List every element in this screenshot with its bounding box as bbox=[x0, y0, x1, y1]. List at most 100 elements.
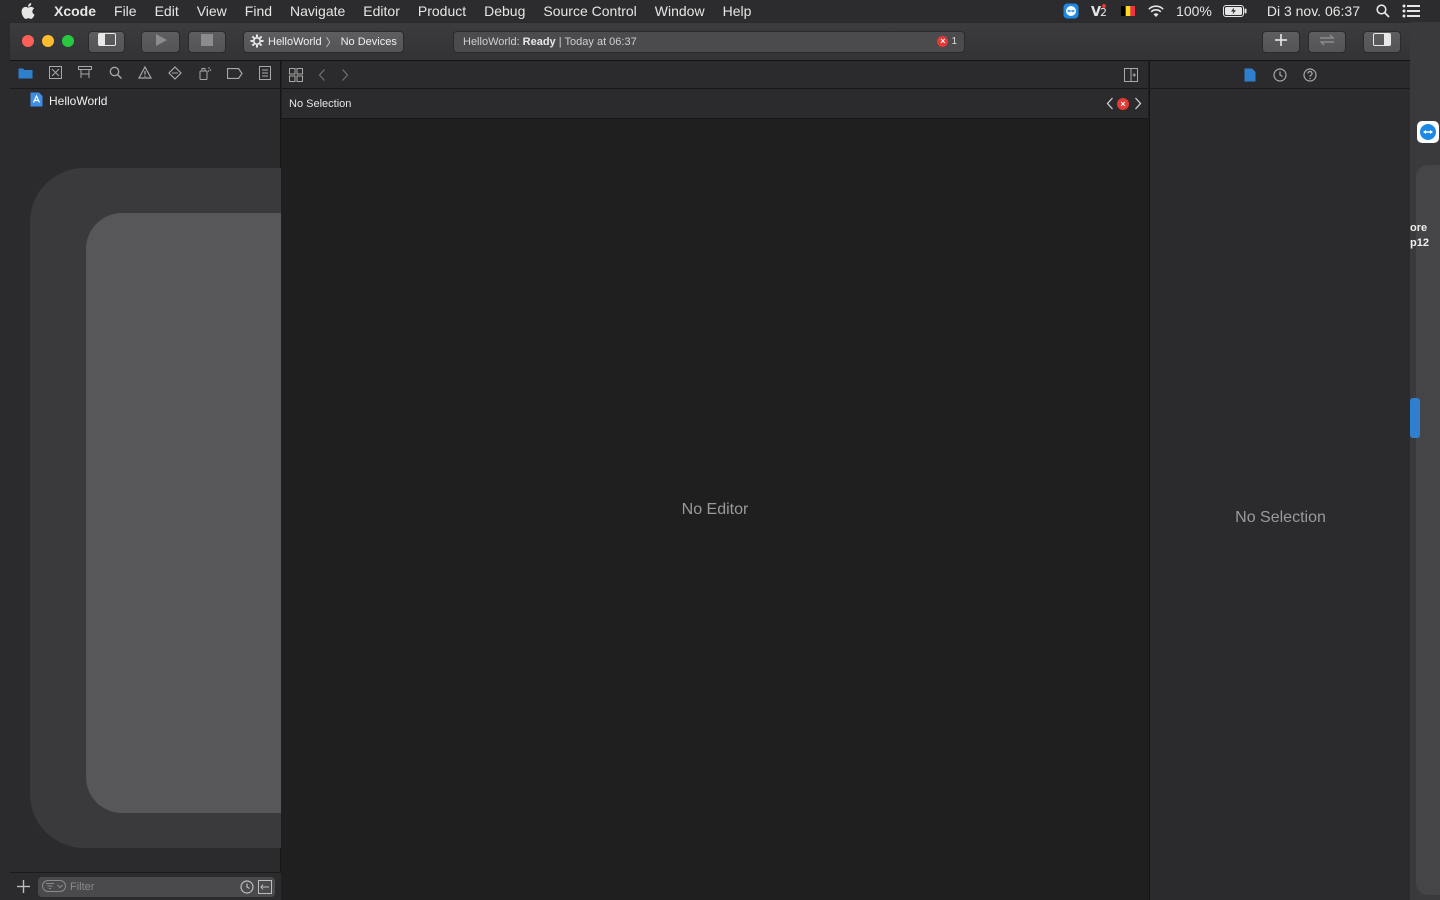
chevron-right-icon: 〉 bbox=[325, 37, 337, 49]
spray-can-icon bbox=[198, 66, 212, 85]
run-button[interactable] bbox=[141, 31, 180, 53]
scheme-selector[interactable]: HelloWorld 〉 No Devices bbox=[243, 31, 404, 53]
vpn-icon[interactable]: V2 bbox=[1091, 0, 1109, 22]
test-navigator-tab[interactable] bbox=[167, 65, 183, 85]
debug-navigator-tab[interactable] bbox=[197, 66, 213, 85]
menu-bar: Xcode File Edit View Find Navigate Edito… bbox=[0, 0, 1440, 22]
clock[interactable]: Di 3 nov. 06:37 bbox=[1267, 3, 1360, 19]
breakpoint-navigator-tab[interactable] bbox=[226, 66, 243, 84]
menu-editor[interactable]: Editor bbox=[354, 0, 409, 22]
folder-icon bbox=[18, 66, 33, 84]
scm-status-filter-icon[interactable] bbox=[258, 880, 272, 897]
menu-view[interactable]: View bbox=[188, 0, 236, 22]
source-control-icon bbox=[48, 66, 62, 84]
test-diamond-icon bbox=[168, 65, 182, 85]
activity-project: HelloWorld: bbox=[463, 36, 520, 48]
status-area: V2 100% Di 3 nov. 06:37 bbox=[1057, 0, 1440, 22]
stop-button[interactable] bbox=[188, 31, 226, 53]
wifi-icon[interactable] bbox=[1147, 0, 1165, 22]
inspector-tab-bar bbox=[1150, 61, 1410, 89]
project-name: HelloWorld bbox=[49, 94, 108, 108]
editor-tab-bar bbox=[282, 61, 1148, 89]
desktop-label-line-1: ore bbox=[1410, 222, 1428, 234]
next-issue-icon[interactable] bbox=[1134, 97, 1142, 115]
menu-debug[interactable]: Debug bbox=[475, 0, 534, 22]
menu-find[interactable]: Find bbox=[236, 0, 281, 22]
activity-status: Ready bbox=[522, 36, 556, 48]
spotlight-icon[interactable] bbox=[1376, 0, 1390, 22]
filter-field[interactable]: Filter bbox=[38, 877, 275, 897]
menu-navigate[interactable]: Navigate bbox=[281, 0, 354, 22]
history-inspector-icon[interactable] bbox=[1273, 68, 1287, 87]
issue-error-icon[interactable]: × bbox=[1117, 98, 1129, 110]
project-row[interactable]: HelloWorld bbox=[30, 92, 108, 110]
activity-viewer[interactable]: HelloWorld: Ready | Today at 06:37 × 1 bbox=[453, 31, 965, 53]
scheme-gear-icon bbox=[250, 34, 264, 51]
close-window-button[interactable] bbox=[22, 35, 34, 47]
flag-icon[interactable] bbox=[1121, 0, 1136, 22]
apple-menu-icon[interactable] bbox=[18, 0, 38, 22]
report-navigator-tab[interactable] bbox=[257, 65, 273, 85]
navigator-filter-bar: Filter bbox=[10, 872, 281, 900]
toggle-inspector-button[interactable] bbox=[1363, 31, 1401, 53]
activity-timestamp: Today at 06:37 bbox=[564, 36, 637, 48]
teamviewer-desktop-icon[interactable] bbox=[1417, 121, 1439, 143]
navigate-forward-icon[interactable] bbox=[340, 68, 350, 87]
desktop-window-edge bbox=[1416, 165, 1440, 895]
plus-icon bbox=[1275, 33, 1287, 51]
scheme-name: HelloWorld bbox=[268, 36, 322, 48]
zoom-window-button[interactable] bbox=[62, 35, 74, 47]
menu-help[interactable]: Help bbox=[714, 0, 761, 22]
window-toolbar: HelloWorld 〉 No Devices HelloWorld: Read… bbox=[10, 23, 1410, 61]
inspector-pane: No Selection bbox=[1149, 61, 1410, 900]
error-indicator[interactable]: × 1 bbox=[937, 36, 957, 47]
project-navigator-tab[interactable] bbox=[17, 67, 33, 83]
sidebar-right-icon bbox=[1373, 33, 1391, 51]
menu-window[interactable]: Window bbox=[646, 0, 714, 22]
quick-help-icon[interactable] bbox=[1303, 68, 1317, 87]
desktop-label-line-2: p12 bbox=[1410, 237, 1429, 249]
inspector-empty-message: No Selection bbox=[1235, 509, 1326, 526]
jump-bar: No Selection × bbox=[282, 89, 1148, 119]
desktop-file-label[interactable]: ore p12 bbox=[1410, 221, 1429, 251]
source-control-navigator-tab[interactable] bbox=[47, 66, 63, 84]
no-editor-message: No Editor bbox=[681, 501, 749, 518]
battery-icon[interactable] bbox=[1222, 0, 1247, 22]
previous-issue-icon[interactable] bbox=[1106, 97, 1114, 115]
report-list-icon bbox=[259, 65, 271, 85]
battery-percentage[interactable]: 100% bbox=[1176, 3, 1212, 19]
warning-triangle-icon bbox=[137, 65, 153, 84]
notification-center-icon[interactable] bbox=[1402, 0, 1420, 22]
toggle-navigator-button[interactable] bbox=[88, 31, 125, 53]
menu-xcode[interactable]: Xcode bbox=[52, 0, 105, 22]
teamviewer-icon[interactable] bbox=[1063, 0, 1079, 22]
find-navigator-tab[interactable] bbox=[107, 66, 123, 84]
error-count: 1 bbox=[951, 36, 957, 47]
navigator-pane: HelloWorld Filter bbox=[10, 61, 281, 900]
menu-file[interactable]: File bbox=[105, 0, 146, 22]
recent-files-clock-icon[interactable] bbox=[240, 880, 254, 897]
add-file-icon[interactable] bbox=[17, 880, 30, 898]
library-button[interactable] bbox=[1262, 31, 1300, 53]
jump-bar-selection[interactable]: No Selection bbox=[289, 98, 351, 110]
menu-product[interactable]: Product bbox=[409, 0, 475, 22]
destination-name: No Devices bbox=[340, 36, 397, 48]
symbol-navigator-tab[interactable] bbox=[77, 66, 93, 84]
xcode-project-icon bbox=[30, 92, 43, 110]
menu-edit[interactable]: Edit bbox=[146, 0, 188, 22]
issue-navigator-tab[interactable] bbox=[137, 65, 153, 84]
minimize-window-button[interactable] bbox=[42, 35, 54, 47]
navigator-tab-bar bbox=[10, 61, 281, 89]
desktop-scroll-indicator[interactable] bbox=[1410, 398, 1420, 438]
code-review-button[interactable] bbox=[1308, 31, 1346, 53]
svg-text:2: 2 bbox=[1100, 6, 1107, 19]
navigate-back-icon[interactable] bbox=[317, 68, 327, 87]
menu-source-control[interactable]: Source Control bbox=[534, 0, 645, 22]
related-items-grid-icon[interactable] bbox=[289, 68, 303, 87]
split-editor-icon[interactable] bbox=[1124, 68, 1138, 87]
symbol-hierarchy-icon bbox=[78, 66, 92, 84]
breakpoint-tag-icon bbox=[226, 66, 243, 84]
magnifier-icon bbox=[109, 66, 122, 84]
editor-area: No Selection × No Editor bbox=[282, 61, 1148, 900]
file-inspector-icon[interactable] bbox=[1244, 68, 1256, 87]
